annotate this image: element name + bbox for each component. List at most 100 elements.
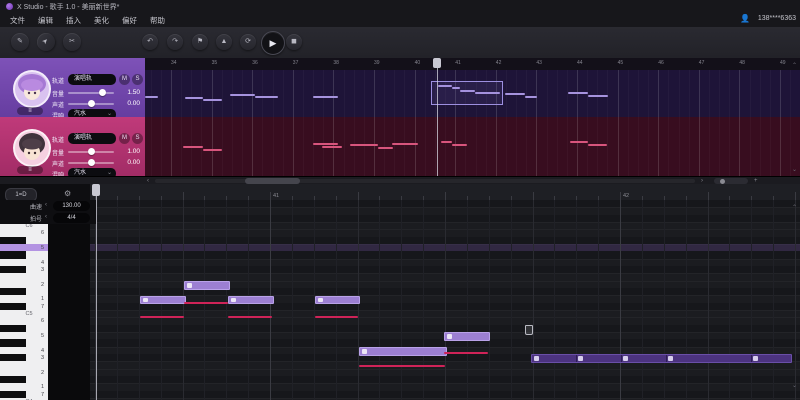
menu-item-5[interactable]: 偏好 bbox=[122, 15, 137, 26]
tempo-label: 曲速 bbox=[14, 202, 42, 211]
track-type-dropdown[interactable]: 演唱轨 bbox=[68, 133, 116, 144]
note[interactable] bbox=[315, 296, 360, 305]
note[interactable] bbox=[444, 332, 490, 341]
section-marker-icon[interactable] bbox=[525, 325, 533, 335]
grid-line bbox=[333, 70, 334, 117]
overview-ruler[interactable]: 34353637383940414243444546474849 bbox=[145, 58, 800, 70]
scroll-up-icon[interactable]: ⌃ bbox=[792, 62, 797, 69]
volume-label: 音量 bbox=[52, 148, 64, 157]
playhead-handle[interactable] bbox=[433, 58, 441, 68]
menu-item-3[interactable]: 插入 bbox=[66, 15, 81, 26]
overview-note bbox=[350, 144, 378, 146]
grid-line bbox=[181, 117, 182, 176]
grid-line bbox=[374, 70, 375, 117]
scroll-down-icon[interactable]: ⌄ bbox=[792, 166, 797, 173]
timesig-value[interactable]: 4/4 bbox=[53, 213, 90, 223]
menu-item-2[interactable]: 编辑 bbox=[38, 15, 53, 26]
track-type-dropdown[interactable]: 演唱轨 bbox=[68, 74, 116, 85]
scroll-down-icon[interactable]: ⌄ bbox=[792, 382, 797, 389]
overview-note bbox=[570, 141, 588, 143]
note-selected[interactable] bbox=[531, 354, 792, 363]
lyric-chip bbox=[447, 334, 452, 339]
pan-label: 声道 bbox=[52, 159, 64, 168]
overview-note bbox=[313, 143, 338, 145]
grid-line bbox=[709, 70, 710, 117]
undo-button[interactable]: ↶ bbox=[142, 34, 158, 50]
grid-line bbox=[344, 70, 345, 117]
note-separator bbox=[666, 355, 667, 362]
grid-line bbox=[204, 200, 205, 400]
grid-line bbox=[719, 117, 720, 176]
piano-roll-grid[interactable] bbox=[90, 200, 800, 400]
track1-overview[interactable] bbox=[145, 70, 800, 117]
key-number: 2 bbox=[32, 370, 44, 376]
menu-item-4[interactable]: 美化 bbox=[94, 15, 109, 26]
pencil-tool-button[interactable]: ✎ bbox=[11, 33, 29, 51]
play-button[interactable]: ▶ bbox=[261, 31, 285, 55]
chevron-left-icon[interactable]: ‹ bbox=[45, 202, 47, 208]
split-tool-button[interactable]: ✂ bbox=[63, 33, 81, 51]
overview-note bbox=[525, 96, 537, 98]
grid-line bbox=[686, 200, 687, 400]
pan-knob[interactable] bbox=[88, 159, 95, 166]
solo-button[interactable]: S bbox=[132, 74, 143, 85]
stop-button[interactable]: ◼ bbox=[286, 34, 302, 50]
track-avatar[interactable] bbox=[13, 70, 51, 108]
piano-keyboard[interactable]: C66543217C56543217C4 bbox=[0, 224, 90, 400]
grid-line bbox=[262, 117, 263, 176]
ruler-tick bbox=[795, 192, 796, 200]
grid-line bbox=[620, 200, 621, 400]
track-avatar[interactable] bbox=[13, 129, 51, 167]
note[interactable] bbox=[228, 296, 274, 305]
volume-knob[interactable] bbox=[88, 148, 95, 155]
zoom-slider-knob[interactable] bbox=[720, 179, 725, 184]
track-area: ≡轨道演唱轨MS音量1.50声道0.00混响汽水⌄≡轨道演唱轨MS音量1.00声… bbox=[0, 58, 800, 176]
grid-line bbox=[313, 117, 314, 176]
gear-icon[interactable]: ⚙ bbox=[64, 189, 71, 198]
piano-roll-ruler[interactable]: 4142 bbox=[90, 184, 800, 201]
track2-overview[interactable] bbox=[145, 117, 800, 176]
volume-slider[interactable] bbox=[68, 92, 114, 94]
menu-item-1[interactable]: 文件 bbox=[10, 15, 25, 26]
grid-line bbox=[445, 200, 446, 400]
note[interactable] bbox=[184, 281, 230, 290]
tempo-value[interactable]: 130.00 bbox=[53, 201, 90, 211]
mute-button[interactable]: M bbox=[119, 133, 130, 144]
grid-line bbox=[489, 200, 490, 400]
overview-note bbox=[322, 146, 342, 148]
grid-line bbox=[516, 117, 517, 176]
menu-item-6[interactable]: 帮助 bbox=[150, 15, 165, 26]
track-collapse-button[interactable]: ≡ bbox=[17, 166, 43, 174]
key-number: 3 bbox=[32, 355, 44, 361]
grid-line bbox=[364, 70, 365, 117]
pan-label: 声道 bbox=[52, 100, 64, 109]
pan-knob[interactable] bbox=[88, 100, 95, 107]
solo-button[interactable]: S bbox=[132, 133, 143, 144]
mute-button[interactable]: M bbox=[119, 74, 130, 85]
key-number: 4 bbox=[32, 348, 44, 354]
marker-button[interactable]: ⚑ bbox=[192, 34, 208, 50]
loop-button[interactable]: ⟳ bbox=[240, 34, 256, 50]
scroll-up-icon[interactable]: ⌃ bbox=[792, 204, 797, 211]
note[interactable] bbox=[140, 296, 186, 305]
user-icon: 👤 bbox=[740, 14, 750, 23]
volume-knob[interactable] bbox=[99, 89, 106, 96]
note[interactable] bbox=[359, 347, 447, 356]
grid-line bbox=[344, 117, 345, 176]
playhead-handle[interactable] bbox=[92, 184, 100, 196]
volume-label: 音量 bbox=[52, 89, 64, 98]
select-tool-button[interactable]: ➤ bbox=[33, 29, 58, 54]
grid-line bbox=[212, 70, 213, 117]
metronome-button[interactable]: ▲ bbox=[216, 34, 232, 50]
lyric-chip bbox=[318, 298, 323, 303]
scrollbar-track[interactable] bbox=[155, 179, 695, 183]
chevron-left-icon[interactable]: ‹ bbox=[45, 214, 47, 220]
track-collapse-button[interactable]: ≡ bbox=[17, 107, 43, 115]
grid-line bbox=[750, 70, 751, 117]
grid-line bbox=[790, 70, 791, 117]
redo-button[interactable]: ↷ bbox=[167, 34, 183, 50]
grid-line bbox=[638, 117, 639, 176]
user-account[interactable]: 138****6363 bbox=[758, 15, 796, 22]
measure-number: 46 bbox=[658, 60, 664, 66]
lyric-chip bbox=[187, 283, 192, 288]
